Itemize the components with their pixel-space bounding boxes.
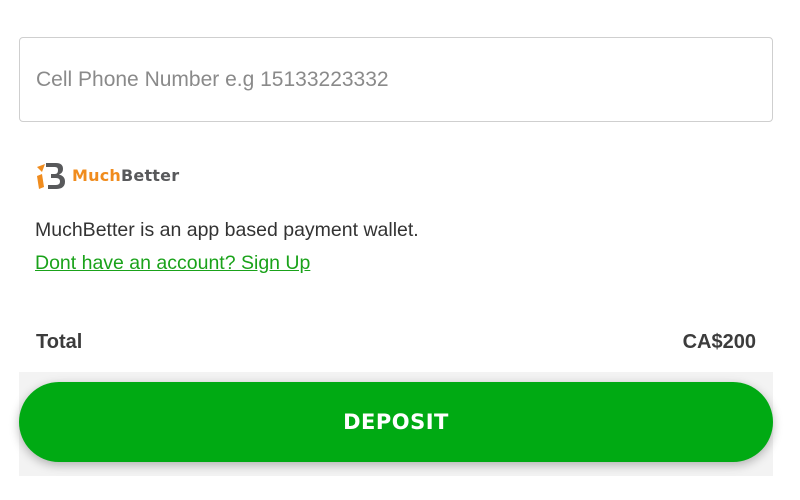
wallet-description: MuchBetter is an app based payment walle… bbox=[35, 219, 419, 241]
muchbetter-brand: MuchBetter bbox=[34, 160, 179, 192]
muchbetter-logo-icon bbox=[37, 163, 65, 189]
brand-wordmark: MuchBetter bbox=[72, 168, 179, 184]
brand-name-much: Much bbox=[72, 166, 121, 185]
sign-up-link[interactable]: Dont have an account? Sign Up bbox=[35, 251, 310, 275]
total-amount: CA$200 bbox=[682, 331, 756, 353]
brand-name-better: Better bbox=[121, 166, 180, 185]
phone-number-input[interactable] bbox=[19, 37, 773, 122]
total-label: Total bbox=[36, 331, 83, 353]
payment-form: MuchBetter MuchBetter is an app based pa… bbox=[0, 0, 800, 500]
deposit-button[interactable]: DEPOSIT bbox=[19, 382, 773, 462]
